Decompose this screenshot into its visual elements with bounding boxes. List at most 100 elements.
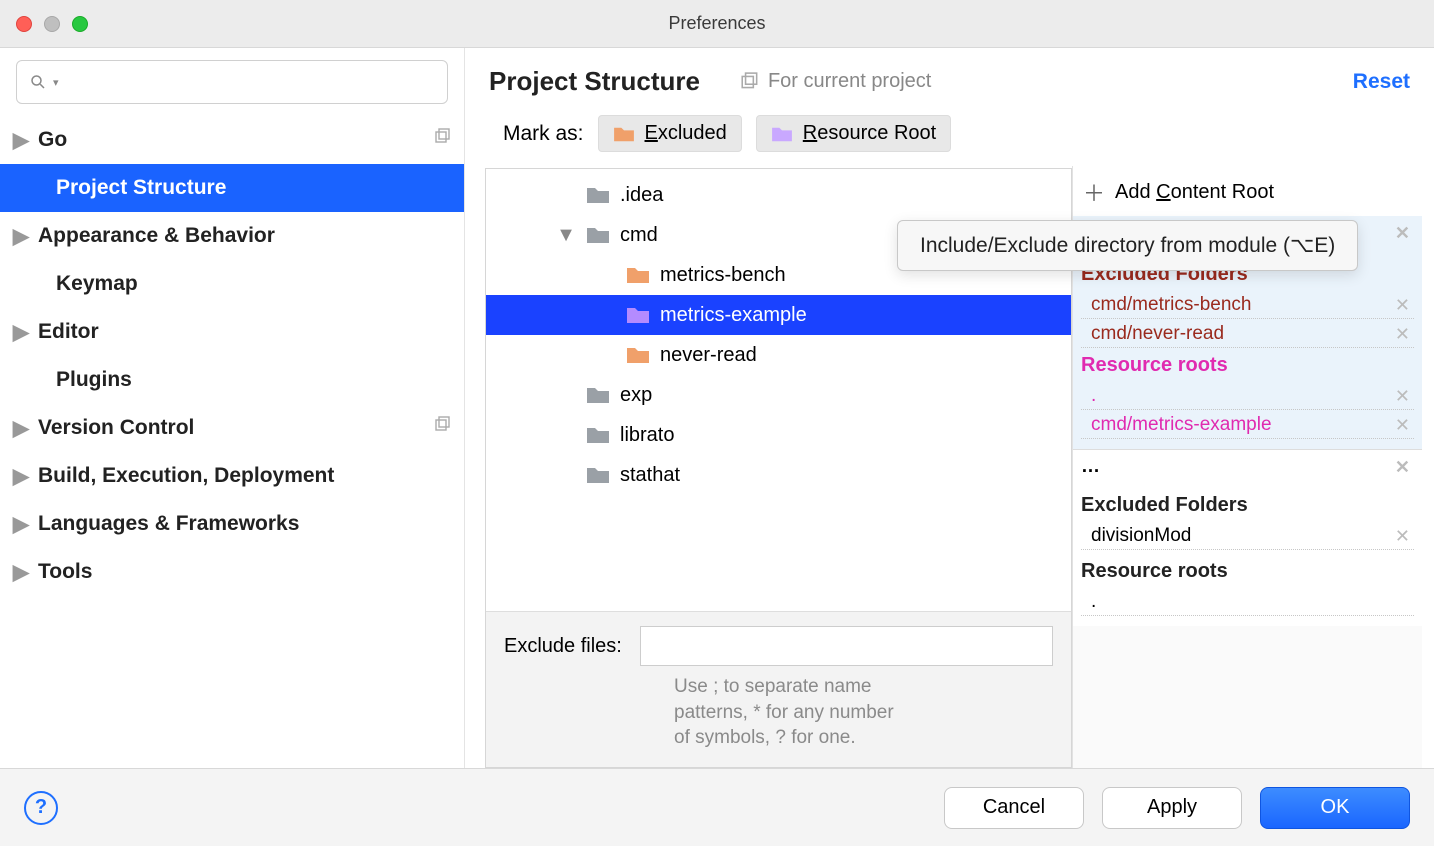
folder-icon (626, 345, 650, 365)
sidebar-item-plugins[interactable]: Plugins (0, 356, 464, 404)
exclude-files-section: Exclude files: Use ; to separate name pa… (486, 611, 1071, 767)
resource-roots-header: Resource roots (1081, 560, 1414, 583)
excluded-folder-item[interactable]: divisionMod ✕ (1081, 521, 1414, 550)
folder-icon (586, 425, 610, 445)
page-title: Project Structure (489, 66, 700, 97)
remove-excluded-button[interactable]: ✕ (1391, 295, 1414, 316)
mark-as-label: Mark as: (503, 122, 584, 146)
plus-icon: ＋ (1083, 176, 1105, 208)
directory-label: librato (620, 424, 674, 447)
cancel-button[interactable]: Cancel (944, 787, 1084, 829)
sidebar-item-languages[interactable]: ▶ Languages & Frameworks (0, 500, 464, 548)
directory-label: metrics-example (660, 304, 807, 327)
resource-root-item[interactable]: . ✕ (1081, 381, 1414, 410)
sidebar-item-label: Keymap (56, 272, 138, 296)
preferences-tree: ▶ Go Project Structure ▶ Appearance & Be… (0, 110, 464, 768)
exclude-files-input[interactable] (640, 626, 1053, 666)
caret-right-icon: ▶ (12, 464, 30, 489)
directory-row[interactable]: never-read (486, 335, 1071, 375)
mark-as-row: Mark as: Excluded Resource Root (465, 107, 1434, 166)
caret-right-icon: ▶ (12, 512, 30, 537)
directory-label: exp (620, 384, 652, 407)
folder-icon (586, 225, 610, 245)
add-content-root-label: Add Content Root (1115, 181, 1274, 204)
add-content-root-button[interactable]: ＋ Add Content Root (1073, 166, 1422, 216)
resource-roots-header: Resource roots (1081, 354, 1414, 377)
panel-header: Project Structure For current project Re… (465, 48, 1434, 107)
content-root-entry[interactable]: … ✕ (1073, 449, 1422, 484)
apply-button[interactable]: Apply (1102, 787, 1242, 829)
caret-right-icon: ▶ (12, 224, 30, 249)
sidebar-item-build[interactable]: ▶ Build, Execution, Deployment (0, 452, 464, 500)
folder-icon (586, 385, 610, 405)
window-title: Preferences (0, 13, 1434, 34)
resource-root-item[interactable]: . (1081, 587, 1414, 616)
search-icon (29, 73, 47, 91)
root1-groups: Excluded Folders cmd/metrics-bench ✕ cmd… (1073, 251, 1422, 449)
ok-button[interactable]: OK (1260, 787, 1410, 829)
search-input[interactable]: ▾ (16, 60, 448, 104)
sidebar-item-label: Version Control (38, 416, 194, 440)
directory-label: stathat (620, 464, 680, 487)
content-root-path: … (1081, 456, 1100, 478)
excluded-folder-item[interactable]: cmd/metrics-bench ✕ (1081, 290, 1414, 319)
directory-label: never-read (660, 344, 757, 367)
directory-row[interactable]: .idea (486, 175, 1071, 215)
sidebar-item-appearance[interactable]: ▶ Appearance & Behavior (0, 212, 464, 260)
folder-icon (586, 465, 610, 485)
folder-icon (626, 265, 650, 285)
directory-row[interactable]: metrics-example (486, 295, 1071, 335)
excluded-folder-item[interactable]: cmd/never-read ✕ (1081, 319, 1414, 348)
caret-right-icon: ▶ (12, 320, 30, 345)
caret-right-icon: ▶ (12, 128, 30, 153)
remove-excluded-button[interactable]: ✕ (1391, 526, 1414, 547)
remove-content-root-button[interactable]: ✕ (1391, 457, 1414, 478)
sidebar-item-keymap[interactable]: Keymap (0, 260, 464, 308)
directory-label: metrics-bench (660, 264, 786, 287)
sidebar-item-tools[interactable]: ▶ Tools (0, 548, 464, 596)
sidebar-item-label: Go (38, 128, 67, 152)
directory-label: .idea (620, 184, 663, 207)
folder-resource-icon (771, 125, 793, 143)
mark-excluded-button[interactable]: Excluded (598, 115, 742, 152)
folder-excluded-icon (613, 125, 635, 143)
sidebar-item-label: Tools (38, 560, 92, 584)
remove-excluded-button[interactable]: ✕ (1391, 324, 1414, 345)
tooltip: Include/Exclude directory from module (⌥… (897, 220, 1358, 271)
directory-row[interactable]: exp (486, 375, 1071, 415)
mark-resource-root-button[interactable]: Resource Root (756, 115, 951, 152)
remove-resource-button[interactable]: ✕ (1391, 415, 1414, 436)
sidebar-item-project-structure[interactable]: Project Structure (0, 164, 464, 212)
directory-label: cmd (620, 224, 658, 247)
sidebar-item-version-control[interactable]: ▶ Version Control (0, 404, 464, 452)
sidebar-item-editor[interactable]: ▶ Editor (0, 308, 464, 356)
directory-row[interactable]: stathat (486, 455, 1071, 495)
sidebar-item-go[interactable]: ▶ Go (0, 116, 464, 164)
sidebar-item-label: Languages & Frameworks (38, 512, 299, 536)
exclude-files-label: Exclude files: (504, 635, 622, 658)
project-scope-icon (434, 128, 452, 152)
remove-resource-button[interactable]: ✕ (1391, 386, 1414, 407)
sidebar-item-label: Editor (38, 320, 99, 344)
exclude-files-hint: Use ; to separate name patterns, * for a… (504, 674, 1053, 751)
root2-groups: Excluded Folders divisionMod ✕ Resource … (1073, 484, 1422, 626)
main-panel: Project Structure For current project Re… (465, 48, 1434, 768)
chip-label: Excluded (645, 122, 727, 145)
help-button[interactable]: ? (24, 791, 58, 825)
scope-indicator: For current project (740, 70, 931, 93)
chip-label: Resource Root (803, 122, 936, 145)
dialog-footer: ? Cancel Apply OK (0, 768, 1434, 846)
preferences-sidebar: ▾ ▶ Go Project Structure ▶ Appearance & … (0, 48, 465, 768)
project-scope-icon (434, 416, 452, 440)
resource-root-item[interactable]: cmd/metrics-example ✕ (1081, 410, 1414, 439)
caret-down-icon: ▼ (556, 224, 576, 247)
caret-right-icon: ▶ (12, 560, 30, 585)
scope-label: For current project (768, 70, 931, 93)
caret-right-icon: ▶ (12, 416, 30, 441)
directory-row[interactable]: librato (486, 415, 1071, 455)
folder-icon (626, 305, 650, 325)
search-field[interactable] (65, 73, 435, 91)
reset-button[interactable]: Reset (1353, 70, 1410, 94)
excluded-folders-header: Excluded Folders (1081, 494, 1414, 517)
remove-content-root-button[interactable]: ✕ (1391, 223, 1414, 244)
